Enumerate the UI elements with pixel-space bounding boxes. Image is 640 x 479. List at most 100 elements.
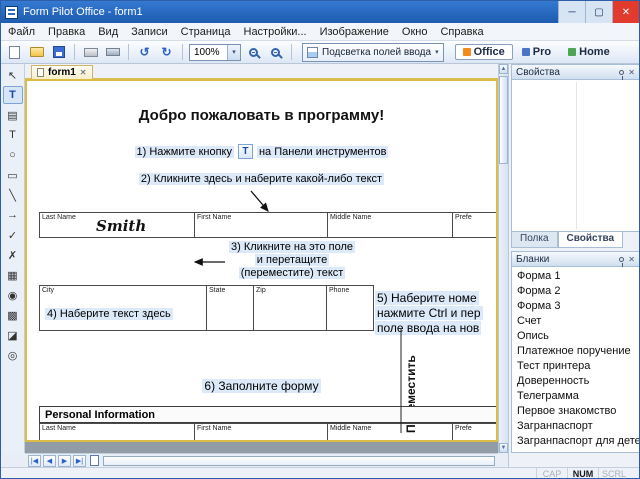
panel-close-icon[interactable]: ✕ xyxy=(628,68,635,77)
print-button[interactable] xyxy=(81,43,100,61)
last-name-field[interactable]: Last Name Smith xyxy=(39,212,195,238)
ellipse-tool[interactable]: ○ xyxy=(3,146,23,164)
edition-home-button[interactable]: Home xyxy=(560,44,618,60)
list-item[interactable]: Форма 1 xyxy=(512,269,639,284)
menu-file[interactable]: Файл xyxy=(8,26,35,38)
scroll-lock-indicator: SCRL xyxy=(598,468,629,479)
menu-view[interactable]: Вид xyxy=(98,26,118,38)
scan-button[interactable] xyxy=(103,43,122,61)
list-item[interactable]: Форма 2 xyxy=(512,284,639,299)
close-button[interactable]: ✕ xyxy=(612,1,639,23)
list-item[interactable]: Форма 3 xyxy=(512,299,639,314)
personal-information-header: Personal Information xyxy=(39,406,498,423)
text-field-tool[interactable]: T xyxy=(3,86,23,104)
open-button[interactable] xyxy=(27,43,46,61)
undo-button[interactable]: ↺ xyxy=(135,43,154,61)
welcome-title: Добро пожаловать в программу! xyxy=(27,107,496,124)
menu-records[interactable]: Записи xyxy=(131,26,168,38)
redo-button[interactable]: ↻ xyxy=(157,43,176,61)
rectangle-tool[interactable]: ▭ xyxy=(3,166,23,184)
line-tool[interactable]: ╲ xyxy=(3,186,23,204)
pin-icon[interactable] xyxy=(619,257,624,262)
entered-text-smith[interactable]: Smith xyxy=(96,217,146,235)
toolbar-separator xyxy=(291,44,292,60)
image-tool[interactable]: ▦ xyxy=(3,266,23,284)
list-item[interactable]: Доверенность xyxy=(512,374,639,389)
stamp-tool[interactable]: ◉ xyxy=(3,286,23,304)
prefix-field[interactable]: Prefe xyxy=(452,212,498,238)
first-name-field[interactable]: First Name xyxy=(194,423,328,442)
zoom-value: 100% xyxy=(194,47,220,58)
last-record-button[interactable]: ▶| xyxy=(73,455,86,467)
panel-close-icon[interactable]: ✕ xyxy=(628,255,635,264)
zoom-out-button[interactable] xyxy=(266,43,285,61)
text-tool[interactable]: T xyxy=(3,126,23,144)
record-navigation-bar: |◀ ◀ ▶ ▶| xyxy=(25,453,498,467)
edition-office-label: Office xyxy=(474,46,505,58)
list-item[interactable]: Загранпаспорт xyxy=(512,419,639,434)
first-name-field[interactable]: First Name xyxy=(194,212,328,238)
edition-pro-button[interactable]: Pro xyxy=(514,44,559,60)
state-field[interactable]: State xyxy=(206,285,254,331)
zoom-tool[interactable]: ◎ xyxy=(3,346,23,364)
middle-name-field[interactable]: Middle Name xyxy=(327,423,453,442)
list-item[interactable]: Опись xyxy=(512,329,639,344)
document-tab-form1[interactable]: form1 ✕ xyxy=(31,65,93,79)
scroll-down-icon[interactable]: ▼ xyxy=(499,443,508,453)
list-item[interactable]: Загранпаспорт для детей xyxy=(512,434,639,449)
field-highlight-icon xyxy=(307,47,318,58)
list-item[interactable]: Тест принтера xyxy=(512,359,639,374)
tab-properties[interactable]: Свойства xyxy=(558,232,624,248)
maximize-button[interactable]: ▢ xyxy=(585,1,612,23)
redo-icon: ↻ xyxy=(161,45,171,59)
chevron-down-icon[interactable]: ▾ xyxy=(227,45,240,60)
horizontal-scrollbar[interactable] xyxy=(103,456,495,466)
eraser-tool[interactable]: ◪ xyxy=(3,326,23,344)
last-name-field[interactable]: Last Name xyxy=(39,423,195,442)
menu-window[interactable]: Окно xyxy=(402,26,428,38)
pointer-tool[interactable]: ↖ xyxy=(3,66,23,84)
chevron-down-icon[interactable]: ▾ xyxy=(435,48,439,56)
city-field[interactable]: City 4) Наберите текст здесь xyxy=(39,285,207,331)
minimize-button[interactable]: ─ xyxy=(558,1,585,23)
scrollbar-thumb[interactable] xyxy=(499,76,508,164)
zip-field[interactable]: Zip xyxy=(253,285,327,331)
open-folder-icon xyxy=(30,47,44,57)
menu-image[interactable]: Изображение xyxy=(320,26,389,38)
previous-record-button[interactable]: ◀ xyxy=(43,455,56,467)
edition-office-button[interactable]: Office xyxy=(455,44,513,60)
highlight-fields-button[interactable]: Подсветка полей ввода ▾ xyxy=(302,43,444,62)
form-canvas[interactable]: Добро пожаловать в программу! 1) Нажмите… xyxy=(25,79,498,442)
arrow-tool[interactable]: → xyxy=(3,206,23,224)
tab-shelf[interactable]: Полка xyxy=(511,232,558,248)
menu-edit[interactable]: Правка xyxy=(48,26,85,38)
menu-page[interactable]: Страница xyxy=(181,26,231,38)
prefix-field[interactable]: Prefe xyxy=(452,423,498,442)
next-record-button[interactable]: ▶ xyxy=(58,455,71,467)
vertical-scrollbar[interactable]: ▲ ▼ xyxy=(498,64,508,453)
check-tool[interactable]: ✓ xyxy=(3,226,23,244)
pattern-tool[interactable]: ▩ xyxy=(3,306,23,324)
properties-panel-title: Свойства xyxy=(516,67,560,78)
list-item[interactable]: Платежное поручение xyxy=(512,344,639,359)
tab-close-icon[interactable]: ✕ xyxy=(80,68,87,77)
list-item[interactable]: Первое знакомство xyxy=(512,404,639,419)
middle-name-field[interactable]: Middle Name xyxy=(327,212,453,238)
pin-icon[interactable] xyxy=(619,70,624,75)
list-item[interactable]: Телеграмма xyxy=(512,389,639,404)
save-button[interactable] xyxy=(49,43,68,61)
zoom-combobox[interactable]: 100% ▾ xyxy=(189,44,241,61)
resize-grip[interactable] xyxy=(629,468,639,479)
menu-help[interactable]: Справка xyxy=(440,26,483,38)
home-edition-icon xyxy=(568,48,576,56)
cross-tool[interactable]: ✗ xyxy=(3,246,23,264)
new-document-button[interactable] xyxy=(5,43,24,61)
list-item[interactable]: Счет xyxy=(512,314,639,329)
edition-home-label: Home xyxy=(579,46,610,58)
zoom-in-button[interactable] xyxy=(244,43,263,61)
menu-settings[interactable]: Настройки... xyxy=(244,26,307,38)
note-tool[interactable]: ▤ xyxy=(3,106,23,124)
phone-field[interactable]: Phone xyxy=(326,285,374,331)
scroll-up-icon[interactable]: ▲ xyxy=(499,64,508,74)
first-record-button[interactable]: |◀ xyxy=(28,455,41,467)
